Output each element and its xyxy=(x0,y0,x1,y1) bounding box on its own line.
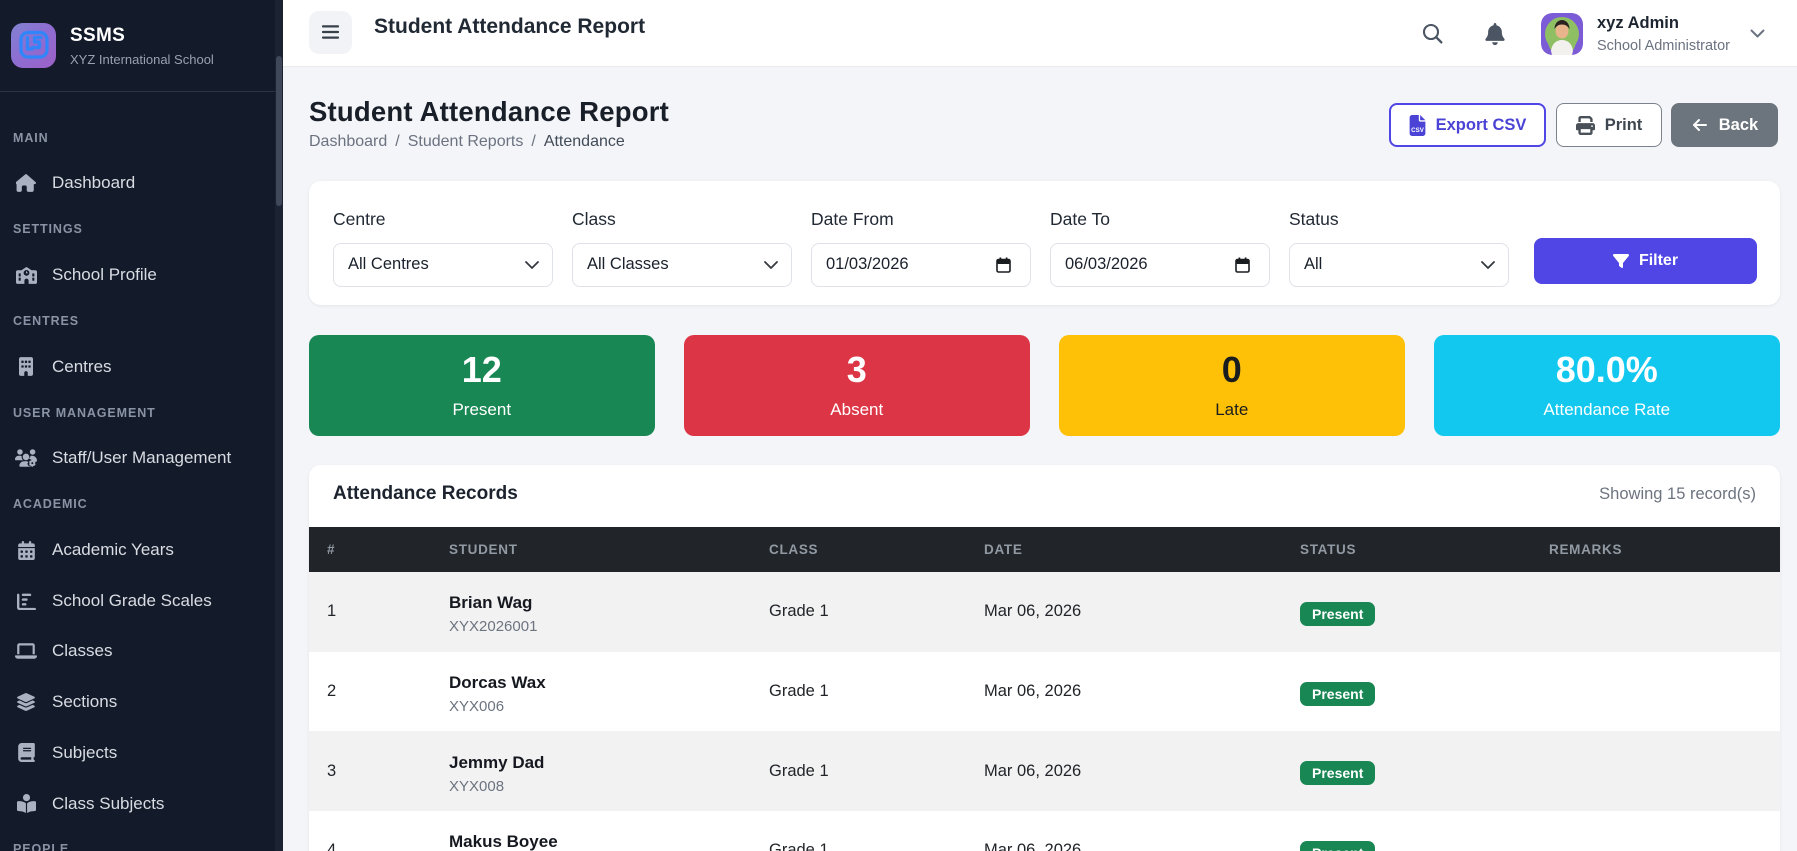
svg-text:CSV: CSV xyxy=(1411,127,1425,134)
